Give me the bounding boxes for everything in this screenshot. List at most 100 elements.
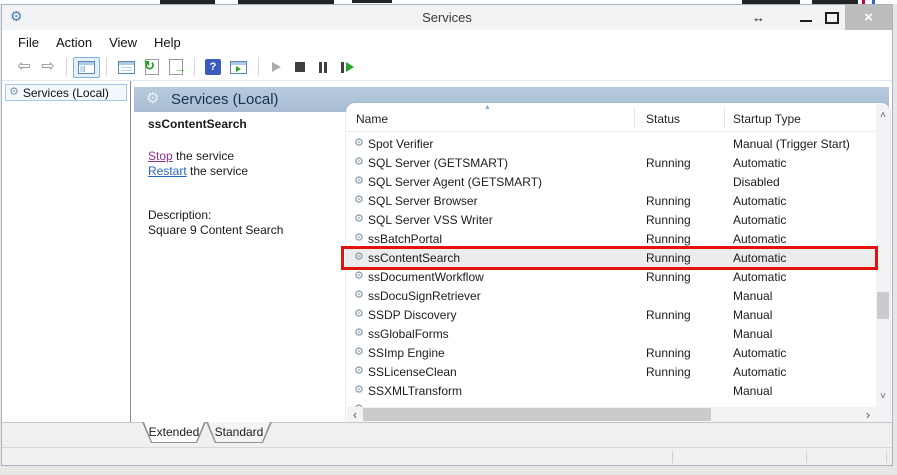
tab-label: Extended <box>143 422 205 442</box>
vertical-scrollbar[interactable]: ˄ ˅ <box>876 104 890 407</box>
service-row[interactable]: ⚙ SQL Server VSS Writer Running Automati… <box>346 210 876 229</box>
service-gear-icon: ⚙ <box>354 366 368 377</box>
service-name-cell: SSDP Discovery <box>368 308 646 322</box>
service-row[interactable]: ⚙ SQL Server Agent (GETSMART) Disabled <box>346 172 876 191</box>
pause-icon <box>324 62 327 73</box>
service-gear-icon: ⚙ <box>354 290 368 301</box>
service-status-cell: Running <box>646 232 733 246</box>
menu-file[interactable]: File <box>18 35 39 50</box>
properties-button[interactable] <box>118 61 135 74</box>
service-row[interactable]: ⚙ SSXMLTransform Manual <box>346 381 876 400</box>
service-row[interactable]: ⚙ SQL Server (GETSMART) Running Automati… <box>346 153 876 172</box>
description-label: Description: <box>148 208 211 222</box>
horizontal-scrollbar[interactable]: ‹ › <box>347 407 876 422</box>
list-header-row: ▲ Name Status Startup Type <box>346 103 876 132</box>
toolbar: ⇦ ⇨ ↻ → ? <box>2 54 892 81</box>
title-bar[interactable]: ⚙ Services ↔ × <box>2 5 892 30</box>
service-startup-cell: Automatic <box>733 346 876 360</box>
stop-icon <box>295 62 305 72</box>
horizontal-scrollbar-thumb[interactable] <box>363 408 711 421</box>
start-service-button[interactable] <box>272 62 281 72</box>
stop-service-button[interactable] <box>295 62 305 72</box>
scroll-down-icon[interactable]: ˅ <box>876 392 890 402</box>
service-gear-icon: ⚙ <box>354 328 368 339</box>
sort-ascending-icon: ▲ <box>484 104 491 112</box>
service-gear-icon: ⚙ <box>354 233 368 244</box>
resize-arrows-icon[interactable]: ↔ <box>752 5 765 30</box>
toolbar-separator <box>106 58 107 76</box>
status-bar-divider <box>886 451 887 463</box>
service-row[interactable]: ⚙ Spot Verifier Manual (Trigger Start) <box>346 134 876 153</box>
service-startup-cell: Automatic <box>733 365 876 379</box>
maximize-button[interactable] <box>825 12 839 24</box>
service-gear-icon: ⚙ <box>354 252 368 263</box>
tree-item-services-local[interactable]: ⚙ Services (Local) <box>5 84 127 101</box>
help-button[interactable]: ? <box>205 59 221 75</box>
export-arrow-icon: → <box>175 64 186 75</box>
export-list-button[interactable]: → <box>169 59 183 75</box>
service-name-cell: ssDocumentWorkflow <box>368 270 646 284</box>
service-status-cell: Running <box>646 308 733 322</box>
service-gear-icon: ⚙ <box>354 157 368 168</box>
scroll-up-icon[interactable]: ˄ <box>876 111 890 121</box>
service-status-cell: Running <box>646 251 733 265</box>
action-pane-toggle-button[interactable] <box>230 61 247 74</box>
menu-view[interactable]: View <box>109 35 137 50</box>
refresh-button[interactable]: ↻ <box>145 59 159 75</box>
service-row-partial: ⚙ <box>346 400 876 407</box>
service-row[interactable]: ⚙ ssDocuSignRetriever Manual <box>346 286 876 305</box>
stop-service-link[interactable]: Stop <box>148 149 173 163</box>
service-gear-icon: ⚙ <box>354 309 368 320</box>
stop-service-line: Stop the service <box>148 149 234 163</box>
service-row[interactable]: ⚙ SSDP Discovery Running Manual <box>346 305 876 324</box>
console-tree-panel: ⚙ Services (Local) <box>3 81 131 422</box>
service-startup-cell: Manual <box>733 327 876 341</box>
minimize-button[interactable] <box>800 20 812 22</box>
details-area: ⚙ Services (Local) ssContentSearch Stop … <box>132 81 892 422</box>
service-name-cell: ssContentSearch <box>368 251 646 265</box>
service-gear-icon: ⚙ <box>354 138 368 149</box>
tab-extended[interactable]: Extended <box>142 422 206 443</box>
column-header-name[interactable]: Name <box>356 112 388 126</box>
column-header-status[interactable]: Status <box>646 112 680 126</box>
pane-header-title: Services (Local) <box>171 87 279 112</box>
toolbar-separator <box>66 58 67 76</box>
service-status-cell: Running <box>646 213 733 227</box>
service-startup-cell: Automatic <box>733 194 876 208</box>
service-name-cell: ssDocuSignRetriever <box>368 289 646 303</box>
services-window: ⚙ Services ↔ × File Action View Help ⇦ ⇨ <box>1 4 893 466</box>
service-row[interactable]: ⚙ ssBatchPortal Running Automatic <box>346 229 876 248</box>
console-tree-toggle-button[interactable] <box>73 57 100 78</box>
pause-icon <box>319 62 322 73</box>
service-row[interactable]: ⚙ ssContentSearch Running Automatic <box>346 248 876 267</box>
scroll-left-icon[interactable]: ‹ <box>349 409 361 421</box>
close-button[interactable]: × <box>845 5 892 30</box>
service-gear-icon: ⚙ <box>354 347 368 358</box>
restart-bar-icon <box>341 62 344 73</box>
service-name-cell: SQL Server (GETSMART) <box>368 156 646 170</box>
service-gear-icon: ⚙ <box>354 176 368 187</box>
service-row[interactable]: ⚙ SSImp Engine Running Automatic <box>346 343 876 362</box>
scroll-right-icon[interactable]: › <box>862 409 874 421</box>
service-startup-cell: Automatic <box>733 270 876 284</box>
tab-standard[interactable]: Standard <box>206 422 272 443</box>
menu-action[interactable]: Action <box>56 35 92 50</box>
service-row[interactable]: ⚙ ssDocumentWorkflow Running Automatic <box>346 267 876 286</box>
pause-service-button[interactable] <box>319 62 327 73</box>
gear-icon: ⚙ <box>146 91 159 106</box>
forward-button[interactable]: ⇨ <box>36 59 60 75</box>
vertical-scrollbar-thumb[interactable] <box>877 292 889 319</box>
toolbar-separator <box>194 58 195 76</box>
service-name-cell: ssBatchPortal <box>368 232 646 246</box>
service-row[interactable]: ⚙ SQL Server Browser Running Automatic <box>346 191 876 210</box>
back-button[interactable]: ⇦ <box>12 59 36 75</box>
restart-service-link[interactable]: Restart <box>148 164 187 178</box>
column-divider <box>634 108 635 128</box>
service-startup-cell: Automatic <box>733 156 876 170</box>
column-header-startup-type[interactable]: Startup Type <box>733 112 801 126</box>
service-row[interactable]: ⚙ SSLicenseClean Running Automatic <box>346 362 876 381</box>
restart-service-button[interactable] <box>341 62 354 73</box>
service-row[interactable]: ⚙ ssGlobalForms Manual <box>346 324 876 343</box>
menu-help[interactable]: Help <box>154 35 181 50</box>
service-name-cell: SQL Server Browser <box>368 194 646 208</box>
